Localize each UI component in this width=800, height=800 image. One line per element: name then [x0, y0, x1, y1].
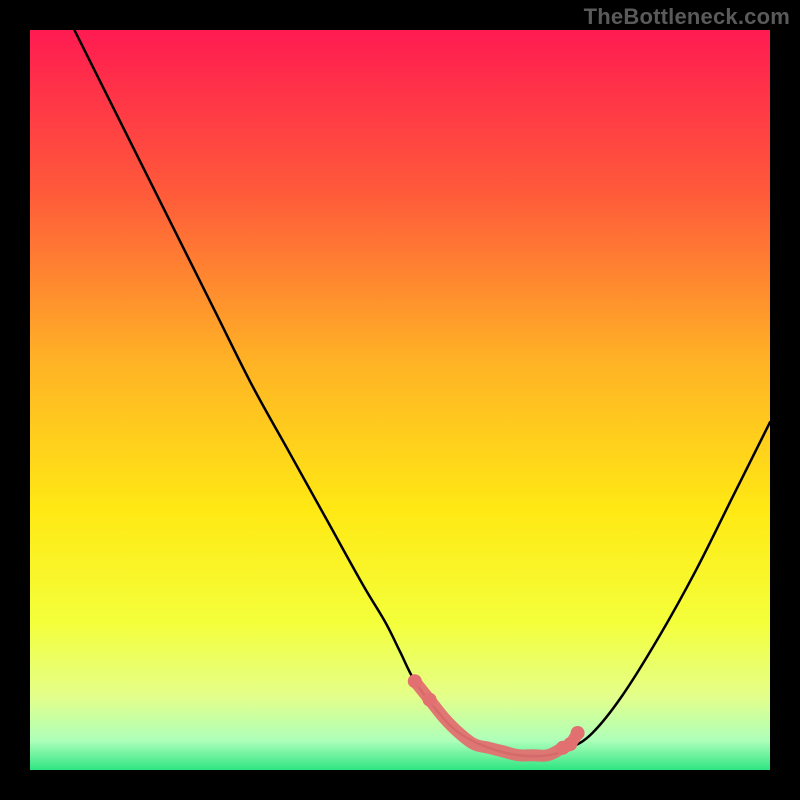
marker-dot	[408, 674, 422, 688]
marker-dot	[423, 693, 437, 707]
chart-frame: TheBottleneck.com	[0, 0, 800, 800]
watermark-text: TheBottleneck.com	[584, 4, 790, 30]
chart-plot-area	[30, 30, 770, 770]
marker-dot	[571, 726, 585, 740]
chart-background	[30, 30, 770, 770]
chart-svg	[30, 30, 770, 770]
